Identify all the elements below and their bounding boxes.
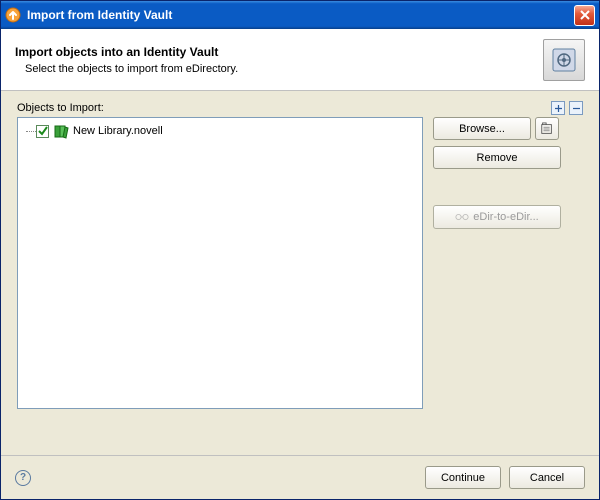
page-subtitle: Select the objects to import from eDirec…: [15, 63, 543, 75]
expand-all-button[interactable]: [551, 101, 565, 115]
edir-label: eDir-to-eDir...: [473, 211, 538, 223]
model-browse-button[interactable]: [535, 117, 559, 140]
continue-button[interactable]: Continue: [425, 466, 501, 489]
cancel-button[interactable]: Cancel: [509, 466, 585, 489]
footer: ? Continue Cancel: [1, 455, 599, 499]
titlebar: Import from Identity Vault: [1, 1, 599, 29]
tree-item-label: New Library.novell: [73, 125, 163, 137]
collapse-all-button[interactable]: [569, 101, 583, 115]
objects-tree[interactable]: New Library.novell: [17, 117, 423, 409]
help-icon[interactable]: ?: [15, 470, 31, 486]
tree-connector: [26, 131, 36, 132]
library-icon: [53, 123, 69, 139]
window-title: Import from Identity Vault: [27, 8, 574, 22]
header-panel: Import objects into an Identity Vault Se…: [1, 29, 599, 91]
app-icon: [5, 7, 21, 23]
page-title: Import objects into an Identity Vault: [15, 45, 543, 59]
edir-to-edir-button: eDir-to-eDir...: [433, 205, 561, 229]
tree-checkbox[interactable]: [36, 125, 49, 138]
tree-item[interactable]: New Library.novell: [22, 122, 418, 140]
browse-button[interactable]: Browse...: [433, 117, 531, 140]
remove-button[interactable]: Remove: [433, 146, 561, 169]
vault-icon: [543, 39, 585, 81]
objects-label: Objects to Import:: [17, 102, 551, 114]
close-button[interactable]: [574, 5, 595, 26]
